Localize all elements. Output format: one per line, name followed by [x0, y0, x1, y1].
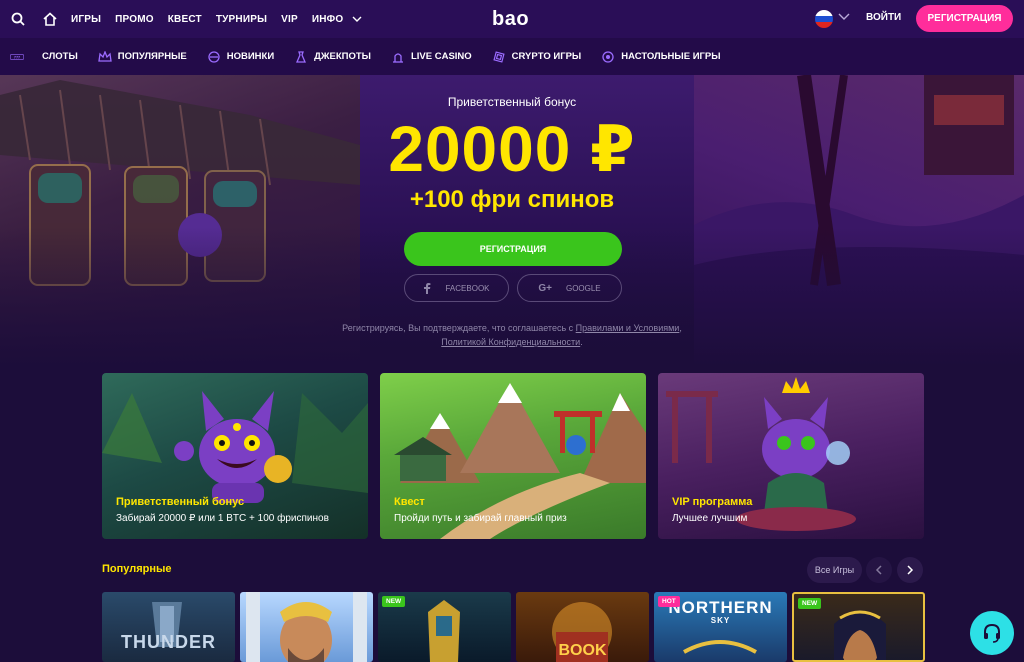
search-icon [11, 12, 25, 26]
home-icon [43, 12, 57, 26]
nav-info[interactable]: ИНФО [305, 14, 351, 25]
nav-promo[interactable]: ПРОМО [108, 14, 161, 25]
nav-vip[interactable]: VIP [274, 14, 305, 25]
promo-desc: Лучшее лучшим [672, 513, 748, 524]
svg-text:777: 777 [14, 55, 20, 59]
promo-card-vip[interactable]: VIP программа Лучшее лучшим [658, 373, 924, 539]
hero-bonus-amount: 20000 ₽ [388, 113, 636, 185]
facebook-icon [424, 282, 431, 294]
game-tile-northern-sky[interactable]: NORTHERN SKY HOT [654, 592, 787, 662]
category-popular[interactable]: ПОПУЛЯРНЫЕ [98, 50, 187, 63]
terms-end: . [580, 337, 583, 347]
chevron-right-icon [907, 565, 914, 575]
hero-banner: Приветственный бонус 20000 ₽ +100 фри сп… [0, 75, 1024, 367]
promo-cards: Приветственный бонус Забирай 20000 ₽ или… [102, 373, 924, 539]
nav-tournaments[interactable]: ТУРНИРЫ [209, 14, 274, 25]
all-games-button[interactable]: Все Игры [807, 557, 862, 583]
top-bar: ИГРЫ ПРОМО КВЕСТ ТУРНИРЫ VIP ИНФО bao ВО… [0, 0, 1024, 38]
google-label: GOOGLE [565, 283, 601, 293]
popular-section-title: Популярные [102, 563, 172, 575]
crown-icon [98, 50, 112, 63]
category-bar: 777 СЛОТЫ ПОПУЛЯРНЫЕ НОВИНКИ ДЖЕКПОТЫ LI… [0, 38, 1024, 75]
live-icon [391, 51, 405, 63]
promo-desc: Пройди путь и забирай главный приз [394, 513, 567, 524]
table-games-icon [601, 50, 615, 63]
headset-icon [984, 623, 1000, 643]
hero-register-button[interactable]: РЕГИСТРАЦИЯ [404, 232, 622, 266]
nav-quest[interactable]: КВЕСТ [161, 14, 209, 25]
google-icon: G+ [538, 282, 552, 294]
category-label: CRYPTO ИГРЫ [511, 51, 582, 62]
game-title: BOOK [558, 642, 607, 659]
hot-badge: HOT [658, 596, 680, 607]
category-label: ПОПУЛЯРНЫЕ [117, 51, 187, 62]
login-button[interactable]: ВОЙТИ [866, 12, 901, 23]
facebook-label: FACEBOOK [445, 283, 490, 293]
game-title: THUNDER [121, 632, 216, 652]
terms-link[interactable]: Правилами и Условиями [576, 323, 680, 333]
promo-title: Квест [394, 496, 425, 508]
home-button[interactable] [36, 0, 64, 38]
support-chat-button[interactable] [970, 611, 1014, 655]
privacy-link[interactable]: Политикой Конфиденциальности [441, 337, 580, 347]
hero-subtitle: Приветственный бонус [447, 95, 577, 109]
register-button-top[interactable]: РЕГИСТРАЦИЯ [916, 5, 1013, 32]
language-chevron-icon[interactable] [838, 12, 850, 22]
new-badge: NEW [382, 596, 406, 607]
category-live-casino[interactable]: LIVE CASINO [391, 51, 472, 63]
game-subtitle: SKY [710, 616, 731, 625]
language-flag-icon[interactable] [815, 10, 833, 28]
nav-games[interactable]: ИГРЫ [64, 14, 108, 25]
prev-arrow-button[interactable] [866, 557, 892, 583]
crypto-icon [492, 50, 506, 63]
category-jackpots[interactable]: ДЖЕКПОТЫ [294, 50, 371, 63]
game-tile-book[interactable]: BOOK [516, 592, 649, 662]
hero-free-spins: +100 фри спинов [409, 186, 615, 213]
next-arrow-button[interactable] [897, 557, 923, 583]
search-button[interactable] [0, 0, 36, 38]
category-crypto[interactable]: CRYPTO ИГРЫ [492, 50, 582, 63]
new-badge: NEW [798, 598, 822, 609]
slots-icon: 777 [10, 51, 24, 63]
category-label: СЛОТЫ [42, 51, 78, 62]
category-table-games[interactable]: НАСТОЛЬНЫЕ ИГРЫ [601, 50, 721, 63]
google-button[interactable]: G+ GOOGLE [517, 274, 622, 302]
main-nav: ИГРЫ ПРОМО КВЕСТ ТУРНИРЫ VIP ИНФО [64, 14, 362, 25]
popular-games-row: THUNDER NEW BOOK NORTHERN SKY HOT NEW [102, 592, 925, 662]
terms-text: Регистрируясь, Вы подтверждаете, что сог… [0, 321, 1024, 349]
category-slots[interactable]: 777 СЛОТЫ [10, 51, 78, 63]
terms-comma: , [679, 323, 682, 333]
terms-prefix: Регистрируясь, Вы подтверждаете, что сог… [342, 323, 576, 333]
promo-title: Приветственный бонус [116, 496, 245, 508]
jackpot-icon [294, 50, 308, 63]
promo-card-quest[interactable]: Квест Пройди путь и забирай главный приз [380, 373, 646, 539]
category-label: НОВИНКИ [226, 51, 275, 62]
promo-card-welcome[interactable]: Приветственный бонус Забирай 20000 ₽ или… [102, 373, 368, 539]
game-tile-thunderstruck[interactable]: THUNDER [102, 592, 235, 662]
new-icon [207, 50, 221, 63]
promo-desc: Забирай 20000 ₽ или 1 BTC + 100 фриспино… [116, 513, 329, 524]
game-tile-zeus[interactable] [240, 592, 373, 662]
game-tile-cleopatra[interactable]: NEW [792, 592, 925, 662]
facebook-button[interactable]: FACEBOOK [404, 274, 509, 302]
logo[interactable]: bao [492, 8, 529, 31]
category-label: ДЖЕКПОТЫ [314, 51, 371, 62]
chevron-down-icon[interactable] [352, 15, 362, 23]
game-tile-pharaoh[interactable]: NEW [378, 592, 511, 662]
category-label: LIVE CASINO [410, 51, 472, 62]
category-label: НАСТОЛЬНЫЕ ИГРЫ [621, 51, 721, 62]
promo-title: VIP программа [672, 496, 753, 508]
category-new[interactable]: НОВИНКИ [207, 50, 275, 63]
chevron-left-icon [875, 565, 882, 575]
game-art [246, 592, 367, 662]
